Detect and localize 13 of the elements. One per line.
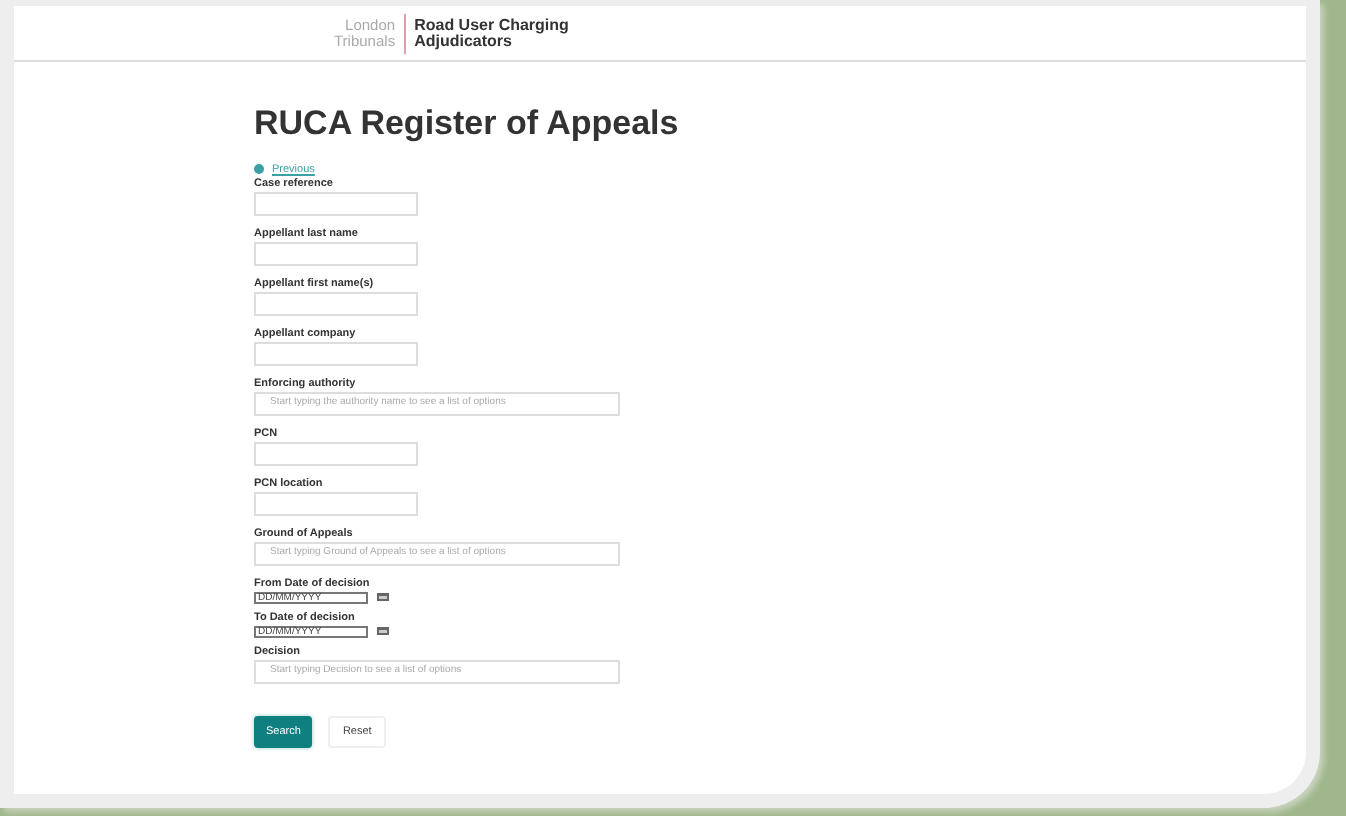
calendar-icon[interactable]: [376, 626, 390, 637]
input-field[interactable]: [254, 341, 418, 366]
input-field[interactable]: [254, 191, 418, 216]
input-field[interactable]: [254, 241, 418, 266]
page-title: RUCA Register of Appeals: [254, 102, 681, 146]
calendar-icon[interactable]: [376, 592, 390, 603]
logo-text: Road User Charging: [414, 17, 569, 33]
input-field[interactable]: [254, 441, 418, 466]
logo-text: Adjudicators: [414, 33, 512, 49]
logo-divider: [403, 13, 407, 53]
back-icon[interactable]: [254, 164, 264, 175]
input-field[interactable]: [254, 491, 418, 516]
input-field[interactable]: [254, 291, 418, 316]
